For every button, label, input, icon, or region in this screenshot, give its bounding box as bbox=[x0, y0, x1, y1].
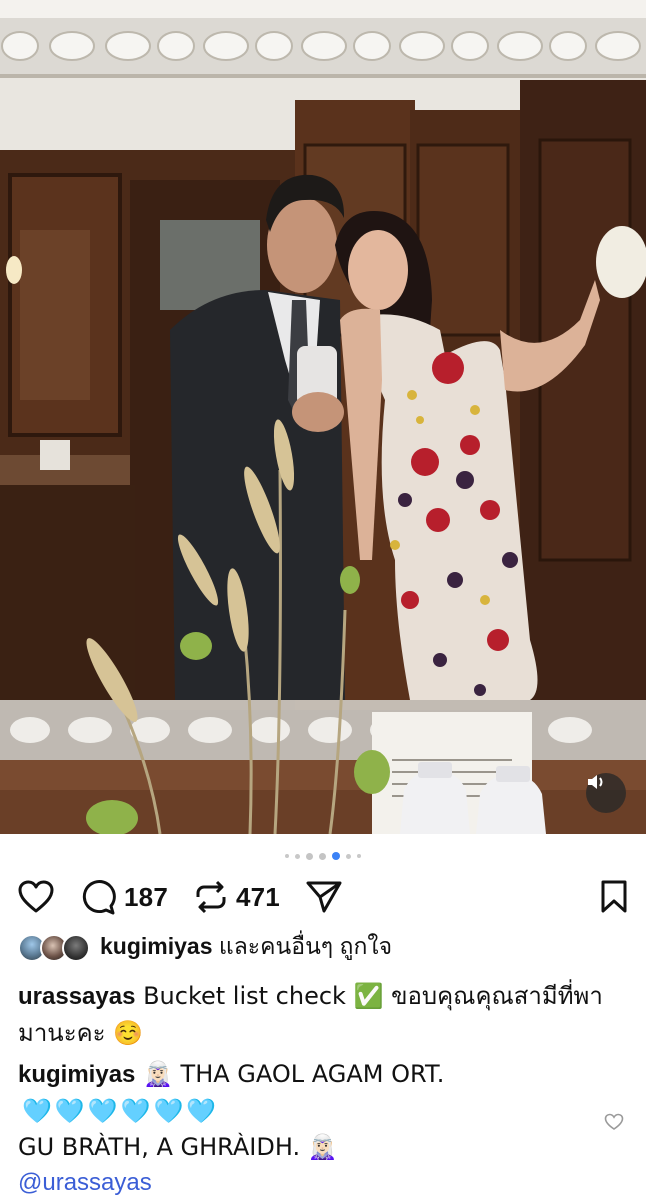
carousel-dot bbox=[306, 852, 313, 860]
comment-count: 187 bbox=[124, 881, 168, 912]
carousel-dot bbox=[319, 852, 326, 860]
comment-bubble-icon bbox=[82, 880, 116, 915]
heart-icon bbox=[18, 880, 54, 913]
sound-toggle-button[interactable] bbox=[586, 773, 626, 813]
bookmark-icon bbox=[601, 880, 627, 913]
caption-username[interactable]: urassayas bbox=[18, 983, 135, 1010]
comment-line-2: GU BRÀTH, A GHRÀIDH. 🧝🏻‍♀️ bbox=[18, 1133, 338, 1161]
send-icon bbox=[306, 881, 342, 913]
carousel-dot bbox=[285, 854, 289, 858]
comment-item: kugimiyas 🧝🏻‍♀️ THA GAOL AGAM ORT. 🩵🩵🩵🩵🩵… bbox=[18, 1056, 576, 1200]
share-button[interactable] bbox=[306, 880, 342, 914]
post-photo[interactable] bbox=[0, 0, 646, 834]
carousel-dot bbox=[346, 853, 351, 859]
repost-icon bbox=[196, 880, 226, 914]
comment-like-button[interactable] bbox=[604, 1113, 624, 1136]
liker-avatars bbox=[18, 932, 96, 962]
save-button[interactable] bbox=[600, 880, 628, 914]
like-button[interactable] bbox=[18, 880, 54, 914]
likes-label: และคนอื่นๆ ถูกใจ bbox=[212, 933, 393, 959]
likes-summary[interactable]: kugimiyas และคนอื่นๆ ถูกใจ bbox=[18, 930, 392, 964]
comment-line-1: 🧝🏻‍♀️ THA GAOL AGAM ORT. bbox=[135, 1060, 445, 1088]
speaker-icon bbox=[588, 775, 603, 789]
repost-count: 471 bbox=[235, 881, 280, 912]
carousel-dot bbox=[357, 854, 361, 858]
likes-text: kugimiyas และคนอื่นๆ ถูกใจ bbox=[100, 929, 392, 965]
avatar bbox=[62, 934, 90, 962]
repost-button[interactable]: 471 bbox=[194, 879, 280, 915]
comment-button[interactable]: 187 bbox=[80, 879, 168, 915]
comment-hearts: 🩵🩵🩵🩵🩵🩵 bbox=[22, 1097, 220, 1125]
carousel-dot-active bbox=[332, 852, 340, 860]
comment-mention-link[interactable]: @urassayas bbox=[18, 1165, 576, 1200]
carousel-indicator bbox=[0, 852, 646, 860]
photo-illustration bbox=[0, 0, 646, 834]
post-action-bar: 187 471 bbox=[18, 876, 628, 918]
carousel-dot bbox=[295, 853, 300, 859]
small-heart-icon bbox=[604, 1113, 624, 1130]
post-caption: urassayas Bucket list check ✅ ขอบคุณคุณส… bbox=[18, 978, 616, 1052]
comment-username[interactable]: kugimiyas bbox=[18, 1061, 135, 1088]
liker-username[interactable]: kugimiyas bbox=[100, 933, 213, 959]
